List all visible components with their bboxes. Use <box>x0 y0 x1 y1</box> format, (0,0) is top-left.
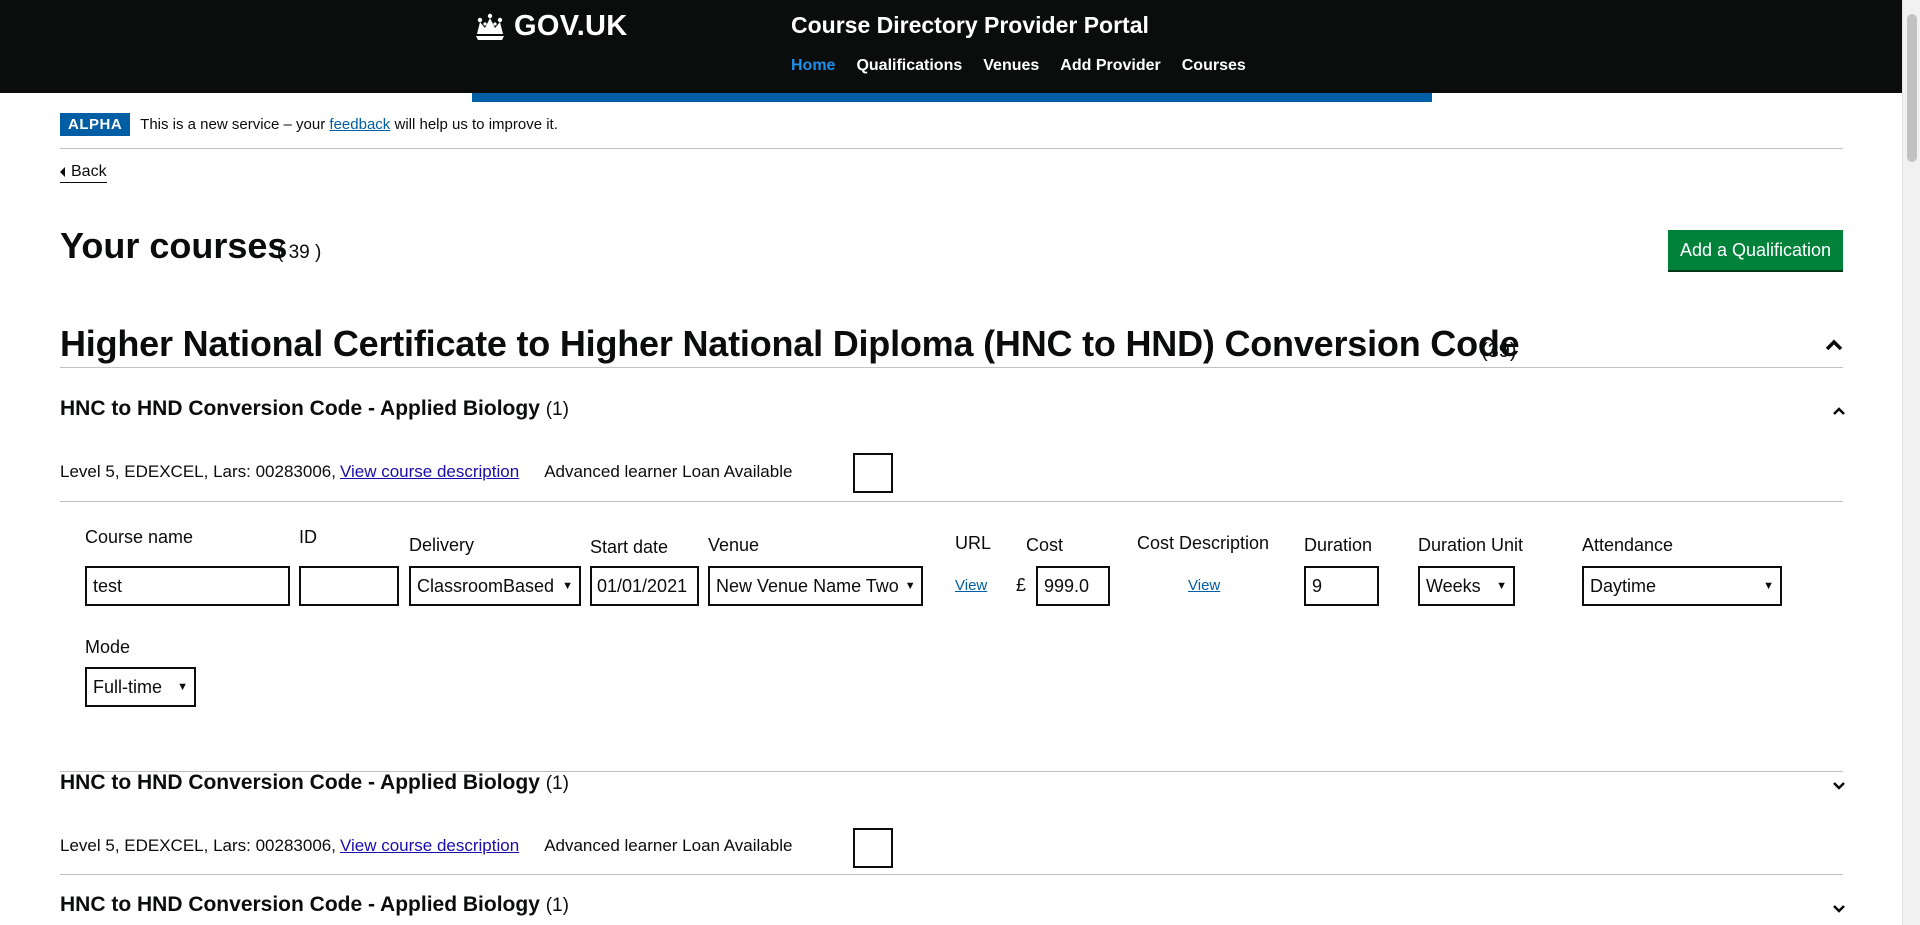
service-name[interactable]: Course Directory Provider Portal <box>791 12 1149 39</box>
venue-label: Venue <box>708 535 760 555</box>
cost-label: Cost <box>1026 535 1064 555</box>
page-title: Your courses <box>60 225 288 266</box>
feedback-link[interactable]: feedback <box>329 116 390 133</box>
phase-banner: ALPHA This is a new service – your feedb… <box>60 113 558 136</box>
start-date-input[interactable]: 01/01/2021 <box>590 566 699 606</box>
course-name-input[interactable]: test <box>85 566 290 606</box>
course-count: (1) <box>545 895 569 916</box>
venue-select[interactable]: New Venue Name Two ▼ <box>708 566 923 606</box>
chevron-down-icon[interactable] <box>1832 780 1846 790</box>
id-input[interactable] <box>299 566 399 606</box>
scrollbar-thumb[interactable] <box>1907 14 1917 162</box>
dropdown-arrow-icon: ▼ <box>1763 580 1774 592</box>
govuk-logo[interactable]: GOV.UK <box>472 10 628 43</box>
phase-text-after: will help us to improve it. <box>394 116 558 133</box>
dropdown-arrow-icon: ▼ <box>562 580 573 592</box>
course-title[interactable]: HNC to HND Conversion Code - Applied Bio… <box>60 397 569 421</box>
url-view-link[interactable]: View <box>955 577 987 594</box>
divider <box>60 501 1843 502</box>
nav-courses[interactable]: Courses <box>1182 57 1246 75</box>
header-accent-bar <box>472 93 1432 102</box>
loan-label: Advanced learner Loan Available <box>544 836 793 855</box>
divider <box>60 148 1843 149</box>
currency-symbol: £ <box>1016 575 1027 595</box>
course-2-title[interactable]: HNC to HND Conversion Code - Applied Bio… <box>60 771 569 795</box>
url-label: URL <box>955 533 992 553</box>
nav-add-provider[interactable]: Add Provider <box>1060 57 1160 75</box>
back-arrow-icon <box>60 167 65 177</box>
id-label: ID <box>299 527 317 547</box>
divider <box>60 367 1843 368</box>
qualification-title[interactable]: Higher National Certificate to Higher Na… <box>60 323 1520 365</box>
attendance-value: Daytime <box>1590 575 1657 596</box>
loan-checkbox[interactable] <box>853 453 893 493</box>
duration-label: Duration <box>1304 535 1373 555</box>
chevron-up-icon[interactable] <box>1832 406 1846 416</box>
add-qualification-button[interactable]: Add a Qualification <box>1668 230 1843 270</box>
course-meta: Level 5, EDEXCEL, Lars: 00283006, View c… <box>60 462 792 482</box>
course-title-text: HNC to HND Conversion Code - Applied Bio… <box>60 893 540 916</box>
nav-home[interactable]: Home <box>791 57 835 75</box>
loan-label: Advanced learner Loan Available <box>544 462 793 481</box>
duration-unit-value: Weeks <box>1426 575 1481 596</box>
mode-select[interactable]: Full-time ▼ <box>85 667 196 707</box>
course-title-text: HNC to HND Conversion Code - Applied Bio… <box>60 771 540 794</box>
nav-qualifications[interactable]: Qualifications <box>856 57 962 75</box>
dropdown-arrow-icon: ▼ <box>1496 580 1507 592</box>
site-header: GOV.UK Course Directory Provider Portal … <box>0 0 1902 93</box>
main-nav: Home Qualifications Venues Add Provider … <box>791 57 1246 75</box>
chevron-down-icon[interactable] <box>1832 903 1846 913</box>
phase-text-before: This is a new service – your <box>140 116 326 133</box>
cost-description-label: Cost Description <box>1137 533 1270 553</box>
back-label: Back <box>71 163 107 180</box>
cost-description-view-link[interactable]: View <box>1188 577 1220 594</box>
cost-input[interactable]: 999.0 <box>1036 566 1110 606</box>
view-course-description-link[interactable]: View course description <box>340 836 519 856</box>
course-title-text: HNC to HND Conversion Code - Applied Bio… <box>60 397 540 420</box>
attendance-label: Attendance <box>1582 535 1674 555</box>
nav-venues[interactable]: Venues <box>983 57 1039 75</box>
start-date-label: Start date <box>590 537 669 557</box>
duration-unit-label: Duration Unit <box>1418 535 1524 555</box>
divider <box>60 874 1843 875</box>
course-meta: Level 5, EDEXCEL, Lars: 00283006, View c… <box>60 836 792 856</box>
attendance-select[interactable]: Daytime ▼ <box>1582 566 1782 606</box>
delivery-value: ClassroomBased <box>417 575 555 596</box>
page-scrollbar[interactable] <box>1902 0 1920 925</box>
phase-tag: ALPHA <box>60 113 131 136</box>
mode-label: Mode <box>85 637 131 657</box>
course-count: (1) <box>545 399 569 420</box>
loan-checkbox[interactable] <box>853 828 893 868</box>
duration-unit-select[interactable]: Weeks ▼ <box>1418 566 1515 606</box>
course-3-title[interactable]: HNC to HND Conversion Code - Applied Bio… <box>60 893 569 917</box>
course-meta-text: Level 5, EDEXCEL, Lars: 00283006, <box>60 836 336 855</box>
logo-text: GOV.UK <box>514 10 628 42</box>
delivery-select[interactable]: ClassroomBased ▼ <box>409 566 581 606</box>
duration-input[interactable]: 9 <box>1304 566 1379 606</box>
page-count: ( 39 ) <box>277 242 322 263</box>
back-link[interactable]: Back <box>60 163 107 183</box>
crown-icon <box>476 13 504 40</box>
course-name-label: Course name <box>85 527 194 547</box>
delivery-label: Delivery <box>409 535 475 555</box>
course-meta-text: Level 5, EDEXCEL, Lars: 00283006, <box>60 462 336 481</box>
course-count: (1) <box>545 773 569 794</box>
qualification-count: (39) <box>1481 340 1517 362</box>
view-course-description-link[interactable]: View course description <box>340 462 519 482</box>
venue-value: New Venue Name Two <box>716 575 899 596</box>
chevron-up-icon[interactable] <box>1825 338 1843 352</box>
dropdown-arrow-icon: ▼ <box>177 681 188 693</box>
dropdown-arrow-icon: ▼ <box>904 580 916 592</box>
mode-value: Full-time <box>93 676 163 697</box>
